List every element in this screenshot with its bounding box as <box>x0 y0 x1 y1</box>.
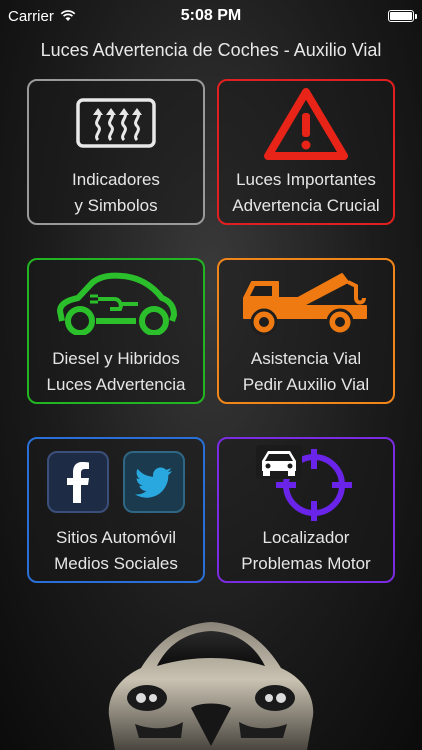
app-title: Luces Advertencia de Coches - Auxilio Vi… <box>40 40 382 60</box>
tile-sitios-automovil-label-2: Medios Sociales <box>54 554 178 573</box>
tile-asistencia-vial[interactable]: Asistencia Vial Pedir Auxilio Vial <box>217 258 395 404</box>
tile-luces-importantes-label-1: Luces Importantes <box>236 170 376 189</box>
facebook-icon[interactable] <box>47 451 109 513</box>
wifi-icon <box>60 10 76 21</box>
tile-asistencia-vial-label-1: Asistencia Vial <box>250 349 362 368</box>
tile-diesel-hibridos-label-2: Luces Advertencia <box>46 375 186 394</box>
tile-indicadores-label-1: Indicadores <box>72 170 160 189</box>
defroster-icon <box>76 98 156 148</box>
tow-truck-icon <box>243 273 367 336</box>
tile-indicadores-label-2: y Simbolos <box>74 196 158 215</box>
tile-asistencia-vial-label-2: Pedir Auxilio Vial <box>242 375 370 394</box>
tile-localizador[interactable]: Localizador Problemas Motor <box>217 437 395 583</box>
carrier-label: Carrier <box>8 7 54 25</box>
sports-car-image <box>108 622 314 750</box>
tile-sitios-automovil-label-1: Sitios Automóvil <box>56 528 176 547</box>
car-target-icon <box>256 445 352 521</box>
tile-localizador-label-2: Problemas Motor <box>241 554 371 573</box>
twitter-icon[interactable] <box>123 451 185 513</box>
status-time: 5:08 PM <box>180 7 242 24</box>
warning-triangle-icon <box>264 88 348 160</box>
electric-car-icon <box>57 272 177 335</box>
tile-localizador-label-1: Localizador <box>262 528 350 547</box>
tile-diesel-hibridos[interactable]: Diesel y Hibridos Luces Advertencia <box>27 258 205 404</box>
tile-luces-importantes[interactable]: Luces Importantes Advertencia Crucial <box>217 79 395 225</box>
tile-sitios-automovil[interactable]: Sitios Automóvil Medios Sociales <box>27 437 205 583</box>
tile-diesel-hibridos-label-1: Diesel y Hibridos <box>52 349 180 368</box>
status-bar: Carrier 5:08 PM <box>0 0 422 32</box>
tile-indicadores[interactable]: Indicadores y Simbolos <box>27 79 205 225</box>
tile-luces-importantes-label-2: Advertencia Crucial <box>232 196 380 215</box>
battery-icon <box>388 10 417 22</box>
